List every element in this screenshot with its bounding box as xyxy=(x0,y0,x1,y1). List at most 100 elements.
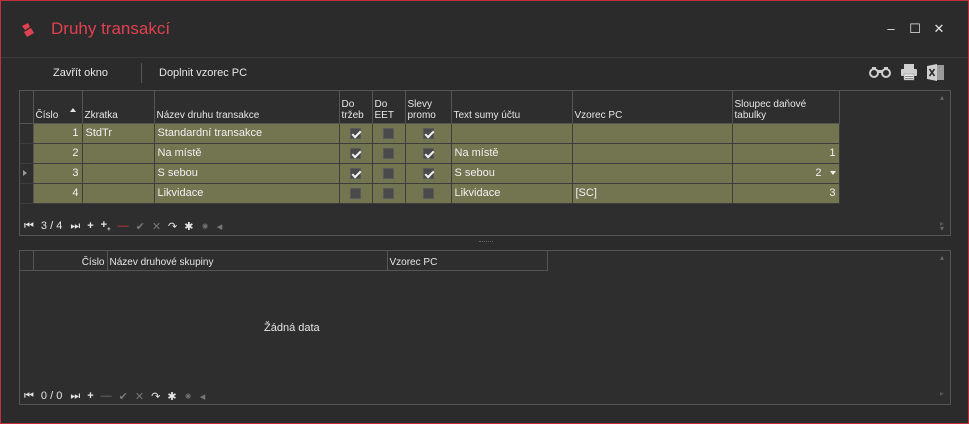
scroll-left-icon[interactable]: ◂ xyxy=(217,220,223,233)
cell-nazev[interactable]: Standardní transakce xyxy=(154,123,340,144)
cell-text-sumy[interactable]: Likvidace xyxy=(451,183,573,204)
table-row[interactable]: 2 Na místě Na místě 1 xyxy=(20,143,840,164)
cell-sloupec[interactable]: 1 xyxy=(732,143,840,164)
cell-vzorec[interactable] xyxy=(572,123,733,144)
chevron-down-icon[interactable] xyxy=(829,171,836,175)
col-header-do-trzeb-line1: Do xyxy=(341,98,355,110)
cancel-icon[interactable]: ✕ xyxy=(135,390,144,403)
checkbox[interactable] xyxy=(350,167,361,179)
cell-zkratka[interactable] xyxy=(82,183,155,204)
cell-sloupec[interactable]: 2 xyxy=(732,163,840,184)
col-header-nazev[interactable]: Název druhu transakce xyxy=(154,91,340,124)
checkbox[interactable] xyxy=(350,187,361,199)
cell-do-eet[interactable] xyxy=(372,123,406,144)
cell-slevy[interactable] xyxy=(405,143,452,164)
clear-filter-icon[interactable]: ⁕ xyxy=(200,220,209,233)
cell-slevy[interactable] xyxy=(405,183,452,204)
cell-text-sumy[interactable] xyxy=(451,123,573,144)
add-record-icon[interactable]: + xyxy=(87,220,93,232)
maximize-button[interactable]: ☐ xyxy=(905,19,925,39)
cell-zkratka[interactable]: StdTr xyxy=(82,123,155,144)
checkbox[interactable] xyxy=(383,167,394,179)
last-record-icon[interactable]: ⏭ xyxy=(70,220,80,233)
col-header-do-trzeb[interactable]: Do tržeb xyxy=(339,91,373,124)
checkbox[interactable] xyxy=(383,187,394,199)
minimize-button[interactable]: – xyxy=(881,19,901,39)
scroll-right-icon[interactable]: ▸ xyxy=(940,389,948,398)
cell-nazev[interactable]: Na místě xyxy=(154,143,340,164)
close-window-button[interactable]: Zavřít okno xyxy=(53,67,108,79)
clear-filter-icon[interactable]: ⁕ xyxy=(184,390,193,403)
col-header-cislo[interactable]: Číslo xyxy=(33,91,83,124)
filter-icon[interactable]: ✱ xyxy=(167,390,176,403)
scroll-left-icon[interactable]: ◂ xyxy=(200,390,206,403)
checkbox[interactable] xyxy=(350,147,361,159)
cell-sloupec[interactable] xyxy=(732,123,840,144)
filter-icon[interactable]: ✱ xyxy=(184,220,193,233)
cell-do-trzeb[interactable] xyxy=(339,143,373,164)
cell-vzorec[interactable] xyxy=(572,163,733,184)
col-header-nazev-skupiny[interactable]: Název druhové skupiny xyxy=(107,251,388,271)
checkbox[interactable] xyxy=(422,147,434,159)
table-row[interactable]: 4 Likvidace Likvidace [SC] 3 xyxy=(20,183,840,204)
cell-text-sumy[interactable]: Na místě xyxy=(451,143,573,164)
cell-vzorec[interactable] xyxy=(572,143,733,164)
checkbox[interactable] xyxy=(422,167,434,179)
cell-cislo[interactable]: 3 xyxy=(33,163,83,184)
checkbox[interactable] xyxy=(383,127,394,139)
cell-cislo[interactable]: 4 xyxy=(33,183,83,204)
col-header-do-eet[interactable]: Do EET xyxy=(372,91,406,124)
col-header-slevy[interactable]: Slevy promo xyxy=(405,91,452,124)
scroll-right-icon[interactable]: ▸ xyxy=(940,219,948,228)
cell-do-eet[interactable] xyxy=(372,183,406,204)
cell-do-trzeb[interactable] xyxy=(339,163,373,184)
cell-slevy[interactable] xyxy=(405,123,452,144)
checkbox[interactable] xyxy=(422,127,434,139)
cell-cislo[interactable]: 2 xyxy=(33,143,83,164)
cell-do-trzeb[interactable] xyxy=(339,123,373,144)
cell-nazev[interactable]: Likvidace xyxy=(154,183,340,204)
checkbox[interactable] xyxy=(350,127,361,139)
first-record-icon[interactable]: ⏮ xyxy=(24,220,34,233)
col-header-sloupec[interactable]: Sloupec daňové tabulky xyxy=(732,91,840,124)
cell-text-sumy[interactable]: S sebou xyxy=(451,163,573,184)
col-header-text-sumy[interactable]: Text sumy účtu xyxy=(451,91,573,124)
col-header-vzorec[interactable]: Vzorec PC xyxy=(572,91,733,124)
cell-zkratka[interactable] xyxy=(82,163,155,184)
cell-do-eet[interactable] xyxy=(372,163,406,184)
cell-slevy[interactable] xyxy=(405,163,452,184)
refresh-icon[interactable]: ↷ xyxy=(168,220,177,233)
cell-sloupec[interactable]: 3 xyxy=(732,183,840,204)
refresh-icon[interactable]: ↷ xyxy=(151,390,160,403)
cell-cislo[interactable]: 1 xyxy=(33,123,83,144)
first-record-icon[interactable]: ⏮ xyxy=(24,390,34,403)
last-record-icon[interactable]: ⏭ xyxy=(70,390,80,403)
confirm-icon[interactable]: ✔ xyxy=(136,220,145,233)
scroll-up-icon[interactable]: ▴ xyxy=(940,253,948,262)
delete-record-icon[interactable]: — xyxy=(101,390,112,402)
checkbox[interactable] xyxy=(422,187,434,199)
col-header-zkratka[interactable]: Zkratka xyxy=(82,91,155,124)
cell-vzorec[interactable]: [SC] xyxy=(572,183,733,204)
cancel-icon[interactable]: ✕ xyxy=(152,220,161,233)
binoculars-icon[interactable] xyxy=(869,66,891,78)
add-record-icon[interactable]: + xyxy=(87,390,93,402)
panel-splitter[interactable] xyxy=(479,241,493,243)
cell-do-eet[interactable] xyxy=(372,143,406,164)
checkbox[interactable] xyxy=(383,147,394,159)
cell-zkratka[interactable] xyxy=(82,143,155,164)
scroll-up-icon[interactable]: ▴ xyxy=(940,93,948,102)
cell-do-trzeb[interactable] xyxy=(339,183,373,204)
cell-nazev[interactable]: S sebou xyxy=(154,163,340,184)
printer-icon[interactable] xyxy=(899,62,919,82)
col-header-cislo[interactable]: Číslo xyxy=(33,251,108,271)
delete-record-icon[interactable]: — xyxy=(118,220,129,232)
confirm-icon[interactable]: ✔ xyxy=(119,390,128,403)
fill-formula-button[interactable]: Doplnit vzorec PC xyxy=(159,67,247,79)
excel-icon[interactable] xyxy=(926,62,946,82)
table-row[interactable]: 1 StdTr Standardní transakce xyxy=(20,123,840,144)
col-header-vzorec[interactable]: Vzorec PC xyxy=(387,251,548,271)
copy-record-icon[interactable]: ++ xyxy=(101,219,111,233)
close-button[interactable]: ✕ xyxy=(929,19,949,39)
table-row-current[interactable]: 3 S sebou S sebou 2 xyxy=(20,163,840,184)
